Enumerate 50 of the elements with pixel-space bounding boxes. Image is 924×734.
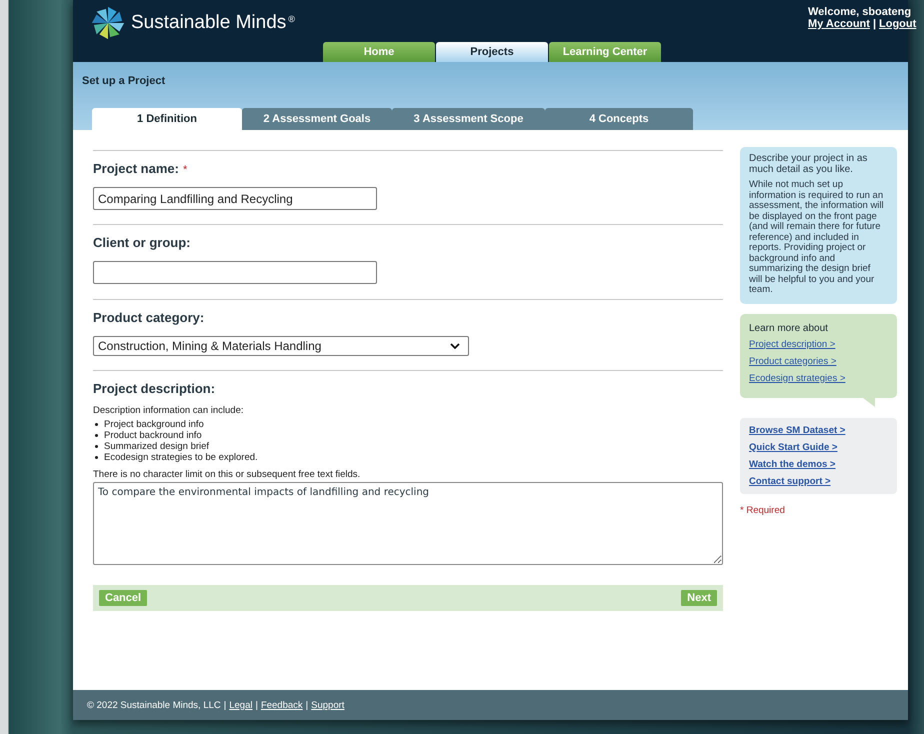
- chevron-icon: [450, 343, 460, 349]
- help-text: Description information can include:: [93, 405, 244, 416]
- learn-more-heading: Learn more about: [749, 322, 829, 334]
- step-tab[interactable]: 2 Assessment Goals: [242, 108, 392, 130]
- resource-link[interactable]: Contact support >: [749, 476, 888, 486]
- bullet-icon: [95, 423, 98, 426]
- bullet-icon: [95, 434, 98, 437]
- pinwheel-logo-icon: [89, 4, 127, 42]
- help-heading: Describe your project in as much detail as you like.: [749, 153, 868, 175]
- help-link[interactable]: Ecodesign strategies >: [749, 372, 888, 384]
- footer-link[interactable]: Feedback: [260, 700, 303, 710]
- field-label: Product category:: [93, 310, 204, 325]
- step-tab[interactable]: 3 Assessment Scope: [392, 108, 545, 130]
- account-link[interactable]: My Account: [808, 18, 870, 30]
- list-item: Ecodesign strategies to be explored.: [104, 452, 258, 463]
- account-link[interactable]: Logout: [879, 18, 916, 30]
- resource-link[interactable]: Browse SM Dataset >: [749, 424, 888, 436]
- bullet-icon: [95, 456, 98, 459]
- dropdown[interactable]: Construction, Mining & Materials Handling: [93, 336, 469, 356]
- text-area[interactable]: To compare the environmental impacts of landfilling and recycling: [93, 482, 723, 565]
- required-mark: *: [182, 164, 188, 176]
- help-text: While not much set up information is required to run an assessment, the information will be displayed on the front page (and will remain there for future reference) and included in reports. Providing project or background info and summarizing the design brief will be helpful to you and your team.: [749, 180, 885, 296]
- field-label: Client or group:: [93, 235, 190, 250]
- help-link[interactable]: Product categories >: [749, 356, 888, 366]
- list-item: Project background info: [104, 419, 204, 430]
- text-field[interactable]: Comparing Landfilling and Recycling: [93, 187, 377, 210]
- list-item: Summarized design brief: [104, 441, 210, 452]
- separator: |: [872, 18, 876, 30]
- copyright-text: © 2022 Sustainable Minds, LLC: [87, 700, 221, 710]
- list-item: Product backround info: [104, 430, 202, 441]
- footer-link[interactable]: Support: [311, 700, 344, 710]
- nav-tab[interactable]: Projects: [436, 42, 548, 62]
- separator: |: [306, 700, 308, 710]
- field-label: Project description:: [93, 381, 216, 396]
- welcome-text: Welcome, sboateng: [808, 6, 912, 18]
- help-text: There is no character limit on this or subsequent free text fields.: [93, 469, 362, 480]
- footer-link[interactable]: Legal: [229, 700, 252, 710]
- page-title: Set up a Project: [82, 75, 166, 87]
- resource-link[interactable]: Quick Start Guide >: [749, 442, 888, 452]
- logo-text: Sustainable Minds$^{®}$: [131, 12, 295, 34]
- text-field[interactable]: [93, 261, 377, 284]
- separator: |: [255, 700, 258, 710]
- bullet-icon: [95, 445, 98, 448]
- separator: |: [224, 700, 226, 710]
- help-link[interactable]: Project description >: [749, 338, 888, 350]
- step-tab[interactable]: 4 Concepts: [545, 108, 693, 130]
- field-label: Project name:: [93, 161, 179, 176]
- step-tab[interactable]: 1 Definition: [92, 108, 242, 130]
- resource-link[interactable]: Watch the demos >: [749, 458, 888, 470]
- required-note: * Required: [740, 504, 786, 516]
